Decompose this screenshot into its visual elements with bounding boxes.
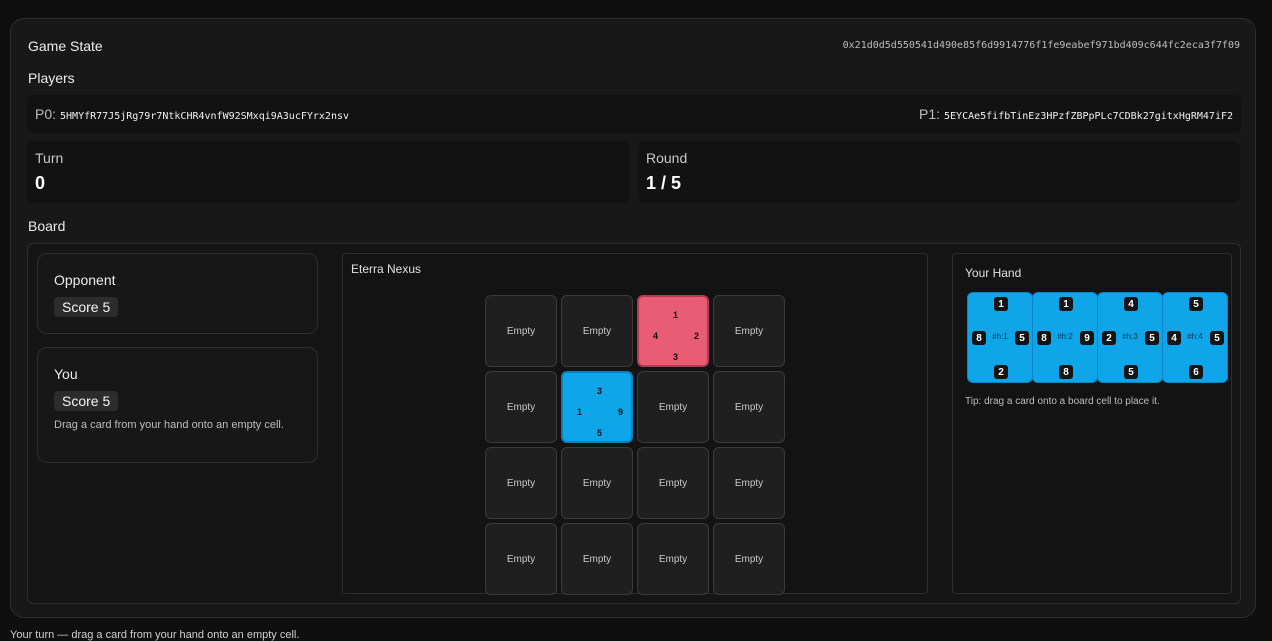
round-label: Round: [646, 150, 688, 166]
empty-cell-label: Empty: [506, 477, 536, 489]
empty-cell-label: Empty: [506, 325, 536, 337]
empty-cell-label: Empty: [506, 401, 536, 413]
board-cell-empty[interactable]: Empty: [713, 371, 785, 443]
round-value: 1 / 5: [646, 173, 682, 193]
board-cell-empty[interactable]: Empty: [637, 523, 709, 595]
turn-value: 0: [35, 173, 46, 193]
board-cell-empty[interactable]: Empty: [561, 295, 633, 367]
card-value-top: 1: [673, 310, 679, 320]
empty-cell-label: Empty: [658, 401, 688, 413]
board-cell-empty[interactable]: Empty: [561, 523, 633, 595]
hand-card[interactable]: 5 4 5 6 #h:4: [1162, 292, 1228, 383]
empty-cell-label: Empty: [658, 553, 688, 565]
player-0: P0: 5HMYfR77J5jRg79r7NtkCHR4vnfW92SMxqi9A…: [35, 106, 349, 122]
hand-card-value-top: 1: [1059, 297, 1073, 311]
hand-card-id: #h:1: [992, 332, 1008, 341]
card-value-right: 2: [694, 331, 700, 341]
nexus-title: Eterra Nexus: [351, 262, 422, 276]
empty-cell-label: Empty: [506, 553, 536, 565]
empty-cell-label: Empty: [734, 325, 764, 337]
card-value-left: 4: [653, 331, 659, 341]
board-cell-empty[interactable]: Empty: [485, 447, 557, 519]
players-row: P0: 5HMYfR77J5jRg79r7NtkCHR4vnfW92SMxqi9A…: [27, 95, 1241, 133]
empty-cell-label: Empty: [734, 477, 764, 489]
opponent-card: Opponent Score 5: [37, 253, 318, 334]
empty-cell-label: Empty: [582, 325, 612, 337]
you-name: You: [54, 366, 78, 382]
board-cell-card[interactable]: 1 4 2 3: [637, 295, 709, 367]
hand-card-value-bottom: 8: [1059, 365, 1073, 379]
board-cell-empty[interactable]: Empty: [713, 295, 785, 367]
empty-cell-label: Empty: [658, 477, 688, 489]
hand-card-id: #h:2: [1057, 332, 1073, 341]
card-value-right: 9: [618, 407, 624, 417]
hand-tip: Tip: drag a card onto a board cell to pl…: [965, 396, 1160, 407]
empty-cell-label: Empty: [582, 553, 612, 565]
turn-label: Turn: [35, 150, 64, 166]
you-score-badge: Score 5: [54, 391, 119, 411]
opponent-score-badge: Score 5: [54, 297, 119, 317]
board-cell-empty[interactable]: Empty: [561, 447, 633, 519]
status-footer: Your turn — drag a card from your hand o…: [10, 629, 300, 641]
player-1: P1: 5EYCAe5fifbTinEz3HPzfZBPpPLc7CDBk27gi…: [919, 106, 1233, 122]
board-cell-empty[interactable]: Empty: [637, 371, 709, 443]
hand-card-value-top: 1: [994, 297, 1008, 311]
hand-card-value-top: 5: [1189, 297, 1203, 311]
eterra-nexus-board: Eterra Nexus Empty Empty 1 4 2 3 Empty Empty 3 1 9…: [342, 253, 928, 595]
player-0-label: P0:: [35, 106, 57, 122]
card-value-bottom: 5: [597, 428, 603, 438]
board-area: Opponent Score 5 You Score 5 Drag a card…: [27, 243, 1241, 604]
hand-title: Your Hand: [965, 266, 1022, 280]
player-0-address: 5HMYfR77J5jRg79r7NtkCHR4vnfW92SMxqi9A3uc…: [60, 111, 349, 122]
hand-card-value-bottom: 2: [994, 365, 1008, 379]
card-value-bottom: 3: [673, 352, 679, 362]
hand-card-value-top: 4: [1124, 297, 1138, 311]
board-title: Board: [28, 218, 66, 234]
card-value-left: 1: [577, 407, 583, 417]
game-state-title: Game State: [28, 38, 103, 54]
player-1-label: P1:: [919, 106, 941, 122]
hand-card-value-bottom: 5: [1124, 365, 1138, 379]
players-title: Players: [28, 70, 75, 86]
round-stat: Round 1 / 5: [638, 141, 1240, 203]
empty-cell-label: Empty: [734, 553, 764, 565]
player-1-address: 5EYCAe5fifbTinEz3HPzfZBPpPLc7CDBk27gitxH…: [944, 111, 1233, 122]
hand-card[interactable]: 1 8 9 8 #h:2: [1032, 292, 1098, 383]
board-cell-empty[interactable]: Empty: [485, 523, 557, 595]
board-cell-empty[interactable]: Empty: [713, 523, 785, 595]
board-cell-empty[interactable]: Empty: [637, 447, 709, 519]
card-value-top: 3: [597, 386, 603, 396]
opponent-name: Opponent: [54, 272, 116, 288]
empty-cell-label: Empty: [734, 401, 764, 413]
empty-cell-label: Empty: [582, 477, 612, 489]
hand-card-id: #h:4: [1187, 332, 1203, 341]
turn-stat: Turn 0: [27, 141, 629, 203]
board-cell-card[interactable]: 3 1 9 5: [561, 371, 633, 443]
you-card: You Score 5 Drag a card from your hand o…: [37, 347, 318, 463]
game-state-panel: Game State 0x21d0d5d550541d490e85f6d9914…: [10, 18, 1256, 618]
board-cell-empty[interactable]: Empty: [485, 295, 557, 367]
your-hand: Your Hand 1 8 5 2 #h:1 1 8 9 8 #h:2 4 2 5 5 #h:3 5 4 5 6 #h…: [952, 253, 1232, 594]
hand-card[interactable]: 1 8 5 2 #h:1: [967, 292, 1033, 383]
hand-card-value-bottom: 6: [1189, 365, 1203, 379]
board-cell-empty[interactable]: Empty: [713, 447, 785, 519]
you-hint: Drag a card from your hand onto an empty…: [54, 419, 284, 431]
board-cell-empty[interactable]: Empty: [485, 371, 557, 443]
hand-card[interactable]: 4 2 5 5 #h:3: [1097, 292, 1163, 383]
hand-card-id: #h:3: [1122, 332, 1138, 341]
game-state-hash: 0x21d0d5d550541d490e85f6d9914776f1fe9eab…: [842, 40, 1240, 51]
